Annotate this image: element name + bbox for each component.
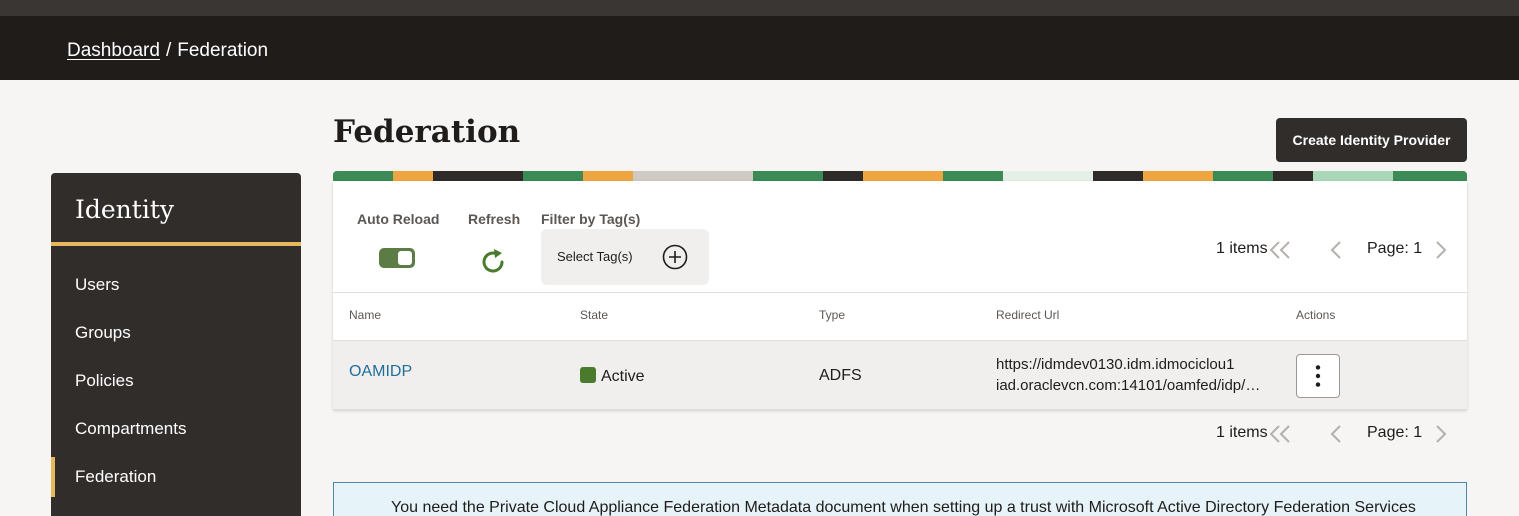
breadcrumb: Dashboard / Federation [67,40,268,62]
breadcrumb-dashboard-link[interactable]: Dashboard [67,40,160,61]
provider-name-link[interactable]: OAMIDP [349,363,412,381]
state-label: Active [601,368,645,385]
first-page-icon[interactable] [1266,423,1294,445]
page-indicator: Page: 1 [1367,424,1423,441]
info-message-box: You need the Private Cloud Appliance Fed… [333,482,1467,516]
column-header-actions: Actions [1296,308,1336,322]
identity-providers-panel: Auto Reload Refresh Filter by Tag(s) Sel… [333,181,1467,410]
breadcrumb-current: Federation [177,40,269,61]
sidebar-title: Identity [75,195,174,224]
pager-bottom: 1 items Page: 1 [333,418,1467,448]
next-page-icon[interactable] [1433,423,1449,445]
pager-top: 1 items Page: 1 [333,234,1467,264]
sidebar-item-users[interactable]: Users [51,265,301,305]
decorative-banner [333,171,1467,181]
top-strip [0,0,1519,16]
page-indicator: Page: 1 [1367,240,1423,257]
sidebar-item-groups[interactable]: Groups [51,313,301,353]
refresh-label: Refresh [468,211,521,227]
items-count: 1 items [1216,424,1268,441]
redirect-url-line-1: https://idmdev0130.idm.idmociclou1 [996,356,1235,373]
column-header-state: State [580,308,609,322]
table-header: Name State Type Redirect Url Actions [333,292,1467,340]
page-title: Federation [333,114,521,150]
next-page-icon[interactable] [1433,239,1449,261]
redirect-url: https://idmdev0130.idm.idmociclou1 iad.o… [996,354,1262,396]
row-actions-menu-icon[interactable] [1296,354,1340,398]
filter-by-tags-label: Filter by Tag(s) [541,211,641,227]
app-header: Dashboard / Federation [0,16,1519,80]
sidebar-item-policies[interactable]: Policies [51,361,301,401]
provider-type: ADFS [819,367,862,384]
items-count: 1 items [1216,240,1268,257]
redirect-url-line-2: iad.oraclevcn.com:14101/oamfed/idp/sso [996,377,1262,394]
sidebar-item-compartments[interactable]: Compartments [51,409,301,449]
column-header-type: Type [819,308,846,322]
auto-reload-label: Auto Reload [357,211,440,227]
sidebar: Identity Users Groups Policies Compartme… [51,173,301,516]
previous-page-icon[interactable] [1328,239,1344,261]
info-message-text: You need the Private Cloud Appliance Fed… [391,499,1416,516]
column-header-name: Name [349,308,382,322]
previous-page-icon[interactable] [1328,423,1344,445]
table-row: OAMIDP Active ADFS https://idmdev0130.id… [333,340,1467,410]
provider-state: Active [580,367,645,386]
sidebar-accent-rule [51,242,301,246]
state-active-indicator [580,367,596,383]
breadcrumb-separator: / [165,40,172,61]
first-page-icon[interactable] [1266,239,1294,261]
sidebar-item-federation[interactable]: Federation [51,457,301,497]
create-identity-provider-button[interactable]: Create Identity Provider [1276,118,1467,162]
column-header-redirect-url: Redirect Url [996,308,1060,322]
